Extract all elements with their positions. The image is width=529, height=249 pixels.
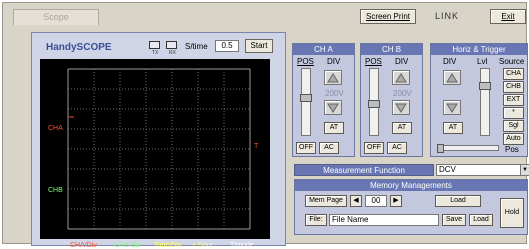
horiz-at-button[interactable]: AT [443, 122, 463, 134]
tab-scope[interactable]: Scope [13, 9, 99, 25]
source-ext-button[interactable]: EXT [503, 94, 524, 106]
chb-pos-thumb[interactable] [368, 100, 380, 108]
cha-div-label: DIV [327, 57, 341, 66]
chb-div-up-button[interactable] [392, 70, 410, 85]
horiz-title: Horiz & Trigger [431, 44, 527, 55]
up-arrow-icon [327, 73, 339, 83]
scope-panel: HandySCOPE TX RX S/time 0.5 Start CHA CH… [31, 32, 286, 249]
down-arrow-icon [327, 103, 339, 113]
horiz-trigger-panel: Horiz & Trigger DIV Lvl Source AT CHA CH… [430, 43, 528, 157]
down-arrow-icon [446, 103, 458, 113]
pos-slider[interactable] [437, 145, 499, 151]
lvl-label: Lvl [477, 57, 488, 66]
chb-at-button[interactable]: AT [392, 122, 412, 134]
tx-icon [149, 41, 160, 49]
main-window: Scope Screen Print LINK Exit HandySCOPE … [2, 2, 529, 249]
start-button[interactable]: Start [245, 39, 273, 53]
cha-pos-thumb[interactable] [300, 94, 312, 102]
source-cha-button[interactable]: CHA [503, 68, 524, 80]
pos-thumb[interactable] [437, 144, 444, 153]
chb-div-label: DIV [395, 57, 409, 66]
page-prev-button[interactable]: ◀ [350, 195, 362, 207]
stime-input[interactable]: 0.5 [215, 40, 239, 52]
chb-panel: CH B POS DIV 200V AT OFF AC [360, 43, 423, 157]
measurement-function-select[interactable]: DCV ▼ [436, 164, 529, 176]
file-name-input[interactable]: File Name [329, 214, 439, 226]
scope-title: HandySCOPE [46, 42, 112, 53]
chb-ac-button[interactable]: AC [387, 142, 407, 154]
tx-icon-label: TX [152, 50, 159, 56]
cha-div-down-button[interactable] [324, 100, 342, 115]
chb-pos-label: POS [365, 57, 382, 66]
measurement-function-label: Measurement Function [294, 164, 434, 176]
horiz-div-up-button[interactable] [443, 70, 461, 85]
load-button[interactable]: Load [469, 214, 493, 226]
down-arrow-icon [395, 103, 407, 113]
horiz-div-label: DIV [443, 57, 457, 66]
file-label: File: [305, 214, 327, 226]
hold-button[interactable]: Hold [500, 198, 524, 228]
up-arrow-icon [395, 73, 407, 83]
chb-div-down-button[interactable] [392, 100, 410, 115]
cha-div-value: 200V [325, 89, 344, 98]
scope-grid [67, 68, 251, 230]
cha-off-button[interactable]: OFF [296, 142, 316, 154]
load-page-button[interactable]: Load [435, 195, 481, 207]
chevron-down-icon[interactable]: ▼ [520, 165, 529, 175]
measurement-value: DCV [439, 165, 456, 174]
cha-ac-button[interactable]: AC [319, 142, 339, 154]
page-number-field[interactable]: 00 [365, 195, 387, 207]
page-next-button[interactable]: ▶ [390, 195, 402, 207]
horiz-div-down-button[interactable] [443, 100, 461, 115]
level-slider[interactable] [480, 68, 490, 136]
cha-pos-slider[interactable] [301, 68, 311, 136]
cha-div-up-button[interactable] [324, 70, 342, 85]
cha-panel: CH A POS DIV 200V AT OFF AC [292, 43, 355, 157]
chb-div-value: 200V [393, 89, 412, 98]
rx-icon [166, 41, 177, 49]
memory-panel: Memory Managements Mem Page ◀ 00 ▶ Load … [294, 179, 528, 235]
mem-page-button[interactable]: Mem Page [305, 195, 347, 207]
chb-trace-label: CHB [48, 187, 63, 194]
cha-pos-label: POS [297, 57, 314, 66]
level-thumb[interactable] [479, 82, 491, 90]
cha-trace-label: CHA [48, 125, 63, 132]
up-arrow-icon [446, 73, 458, 83]
trigger-marker: T [254, 143, 259, 150]
exit-button[interactable]: Exit [490, 9, 526, 24]
link-label: LINK [435, 11, 460, 21]
chb-title: CH B [361, 44, 422, 55]
memory-title: Memory Managements [295, 180, 527, 191]
screen-print-button[interactable]: Screen Print [360, 9, 416, 24]
save-button[interactable]: Save [442, 214, 466, 226]
auto-button[interactable]: Auto [503, 133, 524, 145]
stime-label: S/time [185, 42, 208, 51]
cha-title: CH A [293, 44, 354, 55]
source-header: Source [499, 57, 525, 66]
cha-at-button[interactable]: AT [324, 122, 344, 134]
chb-off-button[interactable]: OFF [364, 142, 384, 154]
oscilloscope-screen: CHA CHB T CHA/Div CHB/Div Time/Div + Sou… [40, 59, 270, 249]
sgl-button[interactable]: Sgl [503, 120, 524, 132]
pos-label: Pos [505, 145, 519, 154]
source-star-button[interactable]: * [503, 107, 524, 119]
rx-icon-label: RX [169, 50, 176, 56]
source-chb-button[interactable]: CHB [503, 81, 524, 93]
